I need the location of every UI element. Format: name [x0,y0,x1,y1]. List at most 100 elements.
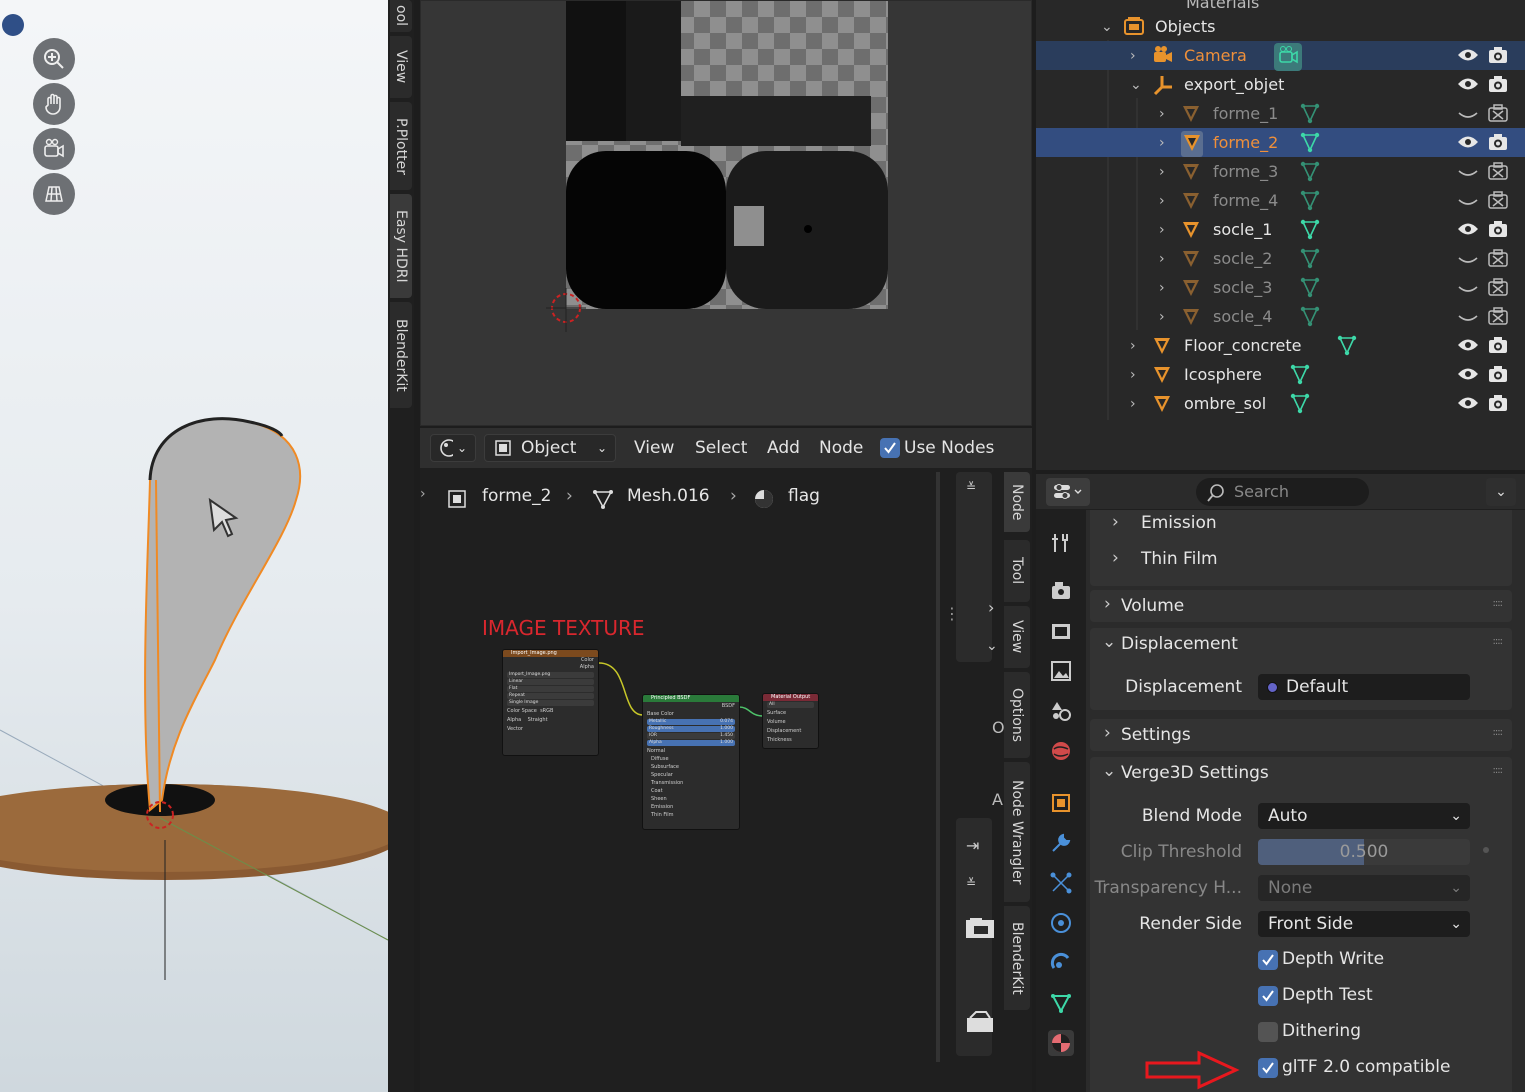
tab-pplotter[interactable]: P.Plotter [390,102,412,190]
chevron-right-icon[interactable]: › [1159,193,1165,209]
chevron-right-icon[interactable]: › [1130,396,1136,412]
outliner-row-objects[interactable]: ⌄ Objects [1036,12,1525,41]
chevron-right-icon[interactable]: › [1130,338,1136,354]
camera-data-icon[interactable] [1274,43,1302,71]
render-camera-icon[interactable] [1487,364,1509,388]
eye-closed-icon[interactable] [1457,252,1479,272]
chevron-down-icon[interactable]: ⌄ [1101,19,1113,35]
eye-closed-icon[interactable] [1457,165,1479,185]
tab-blenderkit[interactable]: BlenderKit [390,302,412,408]
drag-grip-icon[interactable]: :::: [1493,727,1504,738]
settings-panel[interactable]: › Settings :::: [1090,719,1512,751]
outliner-row-floor-concrete[interactable]: › Floor_concrete [1036,331,1525,360]
output-tab-icon[interactable] [1048,618,1074,644]
principled-bsdf-node[interactable]: Principled BSDF BSDF Base Color Metallic… [642,694,740,830]
3d-viewport[interactable] [0,0,388,1092]
render-disabled-icon[interactable] [1487,190,1509,214]
keyframe-dot-icon[interactable] [1483,847,1489,853]
clip-threshold-slider[interactable]: 0.500 [1258,839,1470,865]
outliner-row-camera[interactable]: › Camera [1036,41,1525,71]
outliner-row-export-objet[interactable]: ⌄ export_objet [1036,70,1525,99]
render-tab-icon[interactable] [1048,578,1074,604]
physics-tab-icon[interactable] [1048,910,1074,936]
camera-view-icon[interactable] [33,128,75,170]
mesh-data-icon[interactable] [1336,334,1358,360]
outliner-row-ombre-sol[interactable]: › ombre_sol [1036,389,1525,418]
render-layer-icon[interactable] [964,1010,996,1034]
image-file-field[interactable]: Import_Image.png [507,672,594,678]
color-space-field[interactable]: sRGB [540,708,553,714]
viewport-gizmo-dot[interactable] [2,14,24,36]
eye-closed-icon[interactable] [1457,310,1479,330]
tool-tab-icon[interactable] [1048,530,1074,556]
world-tab-icon[interactable] [1048,738,1074,764]
gltf-2-0-compatible-checkbox[interactable] [1258,1058,1278,1078]
depth-test-checkbox[interactable] [1258,986,1278,1006]
outliner-row-forme-2[interactable]: › forme_2 [1036,128,1525,157]
chevron-right-icon[interactable]: › [1130,367,1136,383]
menu-view[interactable]: View [634,438,674,458]
extension-field[interactable]: Repeat [507,693,594,699]
tab-blenderkit-node[interactable]: BlenderKit [1004,906,1030,1010]
render-disabled-icon[interactable] [1487,248,1509,272]
chevron-right-icon[interactable]: › [1159,164,1165,180]
drag-grip-icon[interactable]: :::: [1493,765,1504,776]
tab-easy-hdri[interactable]: Easy HDRI [390,194,412,298]
render-camera-icon[interactable] [1487,74,1509,98]
modifier-tab-icon[interactable] [1048,830,1074,856]
menu-add[interactable]: Add [767,438,800,458]
chevron-down-icon[interactable]: ⌄ [986,638,998,654]
blend-mode-dropdown[interactable]: Auto ⌄ [1258,803,1470,829]
roughness-field[interactable]: Roughness 1.000 [647,726,735,732]
tab-tool-node[interactable]: Tool [1004,540,1030,602]
tab-view[interactable]: View [390,36,412,98]
chevron-right-icon[interactable]: › [1130,48,1136,64]
drag-grip-icon[interactable]: :::: [1493,598,1504,609]
menu-node[interactable]: Node [819,438,863,458]
outliner[interactable]: Materials ⌄ Objects › Camera ⌄ export_objet › f… [1036,0,1525,470]
use-nodes-checkbox[interactable] [880,438,900,458]
particles-tab-icon[interactable] [1048,870,1074,896]
eye-closed-icon[interactable] [1457,194,1479,214]
mesh-data-icon[interactable] [1299,102,1321,128]
alpha-field[interactable]: Alpha 1.000 [647,740,735,746]
render-disabled-icon[interactable] [1487,277,1509,301]
tab-view-node[interactable]: View [1004,606,1030,668]
zoom-icon[interactable] [33,38,75,80]
menu-select[interactable]: Select [695,438,747,458]
tab-options[interactable]: Options [1004,672,1030,758]
transparency-hint-dropdown[interactable]: None ⌄ [1258,875,1470,901]
image-editor[interactable] [420,0,1032,426]
outliner-row-forme-4[interactable]: › forme_4 [1036,186,1525,215]
editor-type-button[interactable] [1046,478,1090,506]
constraints-tab-icon[interactable] [1048,950,1074,976]
chevron-right-icon[interactable]: › [1159,222,1165,238]
material-tab-icon[interactable] [1048,1030,1074,1056]
projection-field[interactable]: Flat [507,686,594,692]
chevron-right-icon[interactable]: › [1159,309,1165,325]
image-texture-node[interactable]: Import_Image.png Color Alpha Import_Imag… [502,649,599,756]
mesh-data-icon[interactable] [1299,247,1321,273]
interpolation-field[interactable]: Linear [507,679,594,685]
tab-tool[interactable]: ool [390,0,412,32]
mesh-data-icon[interactable] [1299,160,1321,186]
eye-icon[interactable] [1457,366,1479,386]
chevron-down-icon[interactable]: ⌄ [1486,478,1516,506]
node-scrollbar[interactable] [936,472,940,1062]
eye-icon[interactable] [1457,134,1479,154]
collapse-icon[interactable]: ≚ [966,480,976,494]
eye-icon[interactable] [1457,221,1479,241]
chevron-right-icon[interactable]: › [1159,106,1165,122]
collapse-icon[interactable]: ≚ [966,876,976,890]
output-target-field[interactable]: All [767,702,814,708]
displacement-socket-field[interactable]: Default [1258,674,1470,700]
tab-node[interactable]: Node [1004,472,1030,532]
outliner-row-socle-3[interactable]: › socle_3 [1036,273,1525,302]
chevron-down-icon[interactable]: ⌄ [1130,77,1142,93]
eye-icon[interactable] [1457,337,1479,357]
drag-handle-icon[interactable]: ⋮ [944,604,960,623]
outliner-row-forme-3[interactable]: › forme_3 [1036,157,1525,186]
outliner-row-forme-1[interactable]: › forme_1 [1036,99,1525,128]
depth-write-checkbox[interactable] [1258,950,1278,970]
mesh-data-icon[interactable] [1289,363,1311,389]
